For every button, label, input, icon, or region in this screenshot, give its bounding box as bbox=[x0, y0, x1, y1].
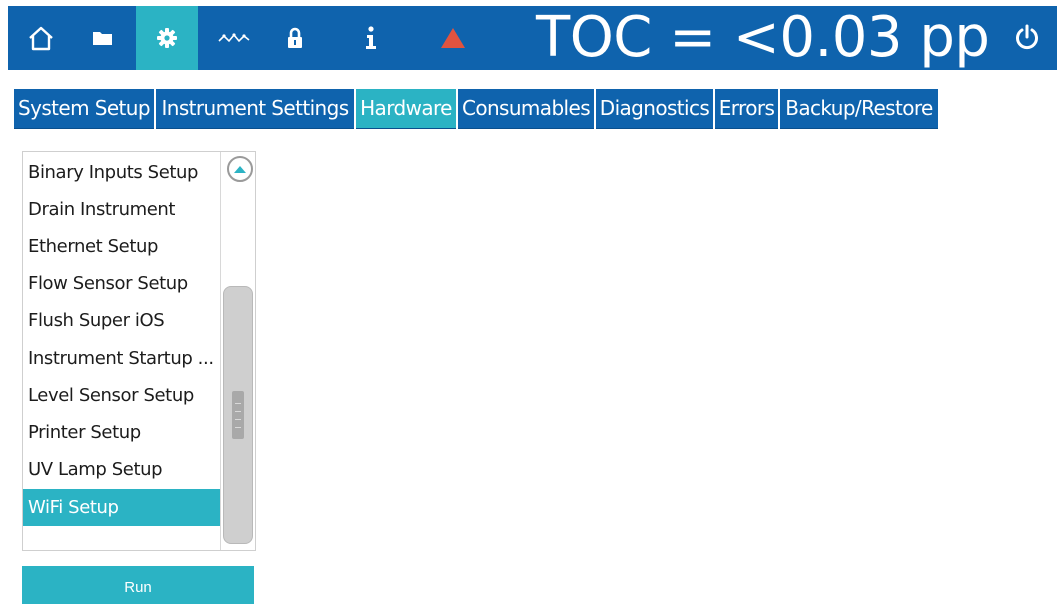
tab-hardware[interactable]: Hardware bbox=[356, 89, 456, 129]
gear-icon[interactable] bbox=[136, 6, 198, 70]
chevron-up-icon bbox=[234, 166, 246, 173]
tab-consumables[interactable]: Consumables bbox=[458, 89, 594, 129]
home-icon[interactable] bbox=[10, 6, 72, 70]
tab-system-setup[interactable]: System Setup bbox=[14, 89, 154, 129]
folder-icon[interactable] bbox=[72, 6, 134, 70]
trend-icon[interactable] bbox=[204, 6, 266, 70]
power-icon[interactable] bbox=[1005, 6, 1049, 70]
lock-icon[interactable] bbox=[264, 6, 326, 70]
list-item-wifi-setup[interactable]: WiFi Setup bbox=[23, 489, 221, 526]
hardware-list: Binary Inputs Setup Drain Instrument Eth… bbox=[22, 151, 256, 551]
run-button[interactable]: Run bbox=[22, 566, 254, 604]
tab-diagnostics[interactable]: Diagnostics bbox=[596, 89, 713, 129]
list-item-flush-super-ios[interactable]: Flush Super iOS bbox=[23, 302, 221, 339]
list-item-level-sensor-setup[interactable]: Level Sensor Setup bbox=[23, 377, 221, 414]
list-item-binary-inputs-setup[interactable]: Binary Inputs Setup bbox=[23, 154, 221, 191]
list-item-uv-lamp-setup[interactable]: UV Lamp Setup bbox=[23, 451, 221, 488]
grip-icon bbox=[232, 391, 244, 439]
info-icon[interactable] bbox=[340, 6, 402, 70]
tab-instrument-settings[interactable]: Instrument Settings bbox=[156, 89, 354, 129]
scroll-up-button[interactable] bbox=[227, 156, 253, 182]
list-item-ethernet-setup[interactable]: Ethernet Setup bbox=[23, 228, 221, 265]
list-item-instrument-startup[interactable]: Instrument Startup ... bbox=[23, 340, 221, 377]
scroll-thumb[interactable] bbox=[223, 286, 253, 544]
list-scrollbar[interactable] bbox=[220, 152, 255, 550]
list-item-flow-sensor-setup[interactable]: Flow Sensor Setup bbox=[23, 265, 221, 302]
tab-backup-restore[interactable]: Backup/Restore bbox=[780, 89, 938, 129]
alarm-icon[interactable] bbox=[422, 6, 484, 70]
top-bar: TOC = <0.03 pp bbox=[8, 6, 1057, 70]
toc-reading: TOC = <0.03 pp bbox=[536, 5, 990, 70]
list-item-printer-setup[interactable]: Printer Setup bbox=[23, 414, 221, 451]
tab-errors[interactable]: Errors bbox=[715, 89, 778, 129]
list-item-drain-instrument[interactable]: Drain Instrument bbox=[23, 191, 221, 228]
